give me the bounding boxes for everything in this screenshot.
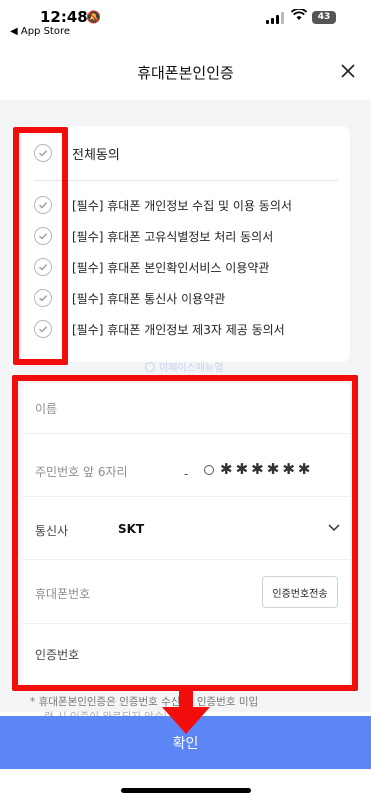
status-time: 12:48	[40, 8, 88, 26]
home-area	[0, 769, 371, 800]
page-header: 휴대폰본인인증	[0, 42, 371, 100]
page-title: 휴대폰본인인증	[137, 64, 234, 82]
annotation-box-form	[12, 375, 358, 691]
agreement-item[interactable]: [필수] 휴대폰 고유식별정보 처리 동의서	[34, 225, 273, 247]
agreement-item[interactable]: [필수] 휴대폰 개인정보 수집 및 이용 동의서	[34, 194, 292, 216]
agree-all-label: 전체동의	[72, 147, 120, 163]
battery-icon: 43	[312, 11, 336, 24]
watermark-text: 이페이스매뉴얼	[159, 363, 224, 374]
notice-text: * 휴대폰본인인증은 인증번호 수신 후 인증번호 미입	[30, 696, 259, 708]
agreement-item-label[interactable]: [필수] 휴대폰 개인정보 수집 및 이용 동의서	[72, 197, 292, 214]
bell-muted-icon: 🔕	[86, 10, 101, 24]
close-icon[interactable]	[341, 64, 355, 78]
wifi-icon	[290, 8, 308, 25]
cellular-signal-icon	[266, 12, 286, 24]
home-indicator	[121, 788, 251, 793]
agreement-card: 전체동의 [필수] 휴대폰 개인정보 수집 및 이용 동의서 [필수] 휴대폰 …	[22, 126, 350, 362]
annotation-arrow-icon	[162, 687, 210, 734]
watermark-logo-icon	[145, 361, 155, 372]
agreement-item[interactable]: [필수] 휴대폰 본인확인서비스 이용약관	[34, 256, 269, 278]
agreement-item-label[interactable]: [필수] 휴대폰 개인정보 제3자 제공 동의서	[72, 321, 285, 338]
agreement-item[interactable]: [필수] 휴대폰 개인정보 제3자 제공 동의서	[34, 318, 285, 340]
watermark: 이페이스매뉴얼	[145, 359, 223, 374]
divider	[34, 180, 338, 181]
back-to-app-store[interactable]: ◀ App Store	[10, 26, 70, 37]
agreement-item-label[interactable]: [필수] 휴대폰 고유식별정보 처리 동의서	[72, 228, 273, 245]
agreement-item-label[interactable]: [필수] 휴대폰 통신사 이용약관	[72, 290, 225, 307]
annotation-box-checkboxes	[13, 127, 68, 365]
agreement-item-label[interactable]: [필수] 휴대폰 본인확인서비스 이용약관	[72, 259, 269, 276]
status-bar: 12:48 🔕 ◀ App Store 43	[0, 0, 371, 42]
